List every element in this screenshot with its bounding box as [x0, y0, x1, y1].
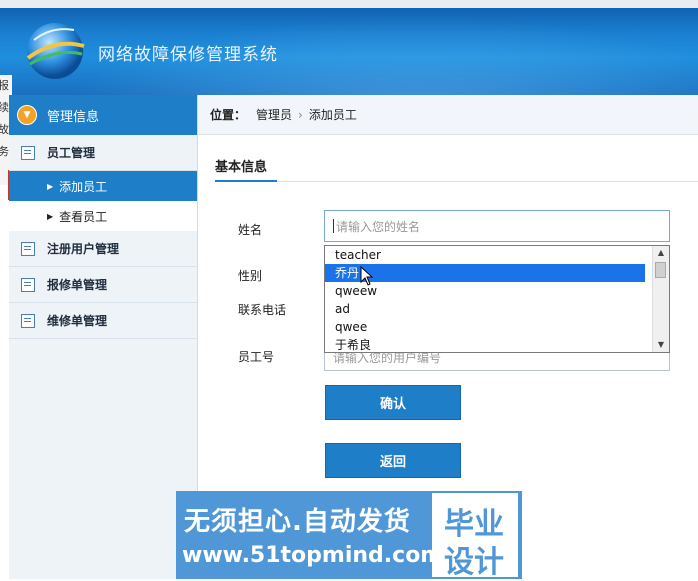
watermark-line1: 无须担心.自动发货 — [184, 507, 411, 537]
sidebar-group-repair-orders[interactable]: 维修单管理 — [9, 303, 197, 339]
edge-char: 报 — [0, 79, 9, 92]
back-button[interactable]: 返回 — [325, 443, 461, 478]
autocomplete-option[interactable]: teacher — [325, 246, 645, 264]
sidebar-section-title: 管理信息 — [47, 109, 100, 125]
autocomplete-option[interactable]: qwee — [325, 318, 645, 336]
sidebar-group-label: 注册用户管理 — [47, 242, 120, 256]
system-title: 网络故障保修管理系统 — [98, 45, 278, 65]
breadcrumb-prefix: 位置： — [210, 108, 247, 122]
list-icon — [21, 277, 35, 292]
breadcrumb: 位置： 管理员 › 添加员工 — [198, 95, 698, 135]
sidebar-group-label: 报修单管理 — [47, 278, 108, 292]
sidebar-group-employee[interactable]: 员工管理 — [9, 135, 197, 171]
watermark-url: www.51topmind.com — [182, 543, 444, 568]
scroll-up-icon[interactable]: ▲ — [653, 246, 669, 260]
watermark-banner: 无须担心.自动发货 www.51topmind.com 毕业 设计 — [176, 491, 522, 580]
list-icon — [21, 241, 35, 256]
caret-right-icon: ▶ — [47, 211, 54, 221]
breadcrumb-level2: 添加员工 — [308, 108, 357, 122]
scroll-down-icon[interactable]: ▼ — [653, 338, 669, 352]
watermark-text-area: 无须担心.自动发货 www.51topmind.com — [176, 491, 443, 579]
sidebar-item-label: 查看员工 — [59, 209, 108, 224]
dropdown-scrollbar[interactable]: ▲ ▼ — [652, 246, 669, 352]
phone-label: 联系电话 — [238, 303, 287, 317]
employee-id-label: 员工号 — [238, 350, 275, 364]
tab-active-underline — [215, 180, 277, 182]
sidebar-group-label: 维修单管理 — [47, 314, 108, 328]
sidebar-group-label: 员工管理 — [47, 146, 96, 160]
window-titlebar — [0, 0, 698, 8]
sidebar-item-label: 添加员工 — [59, 179, 108, 194]
sidebar: ▼ 管理信息 员工管理 ▶ 添加员工 ▶ 查看员工 注册用户管理 报修单管理 维… — [9, 95, 198, 579]
mouse-pointer-icon — [360, 266, 374, 286]
chevron-right-icon: › — [298, 107, 303, 122]
watermark-badge-line2: 设计 — [444, 545, 504, 580]
text-caret — [333, 219, 334, 233]
globe-logo-icon — [26, 23, 85, 79]
tab-divider — [215, 181, 698, 182]
sidebar-item-view-employee[interactable]: ▶ 查看员工 — [9, 201, 197, 231]
name-placeholder: 请输入您的姓名 — [336, 219, 421, 234]
sidebar-group-repair-requests[interactable]: 报修单管理 — [9, 267, 197, 303]
tab-basic-info[interactable]: 基本信息 — [215, 156, 267, 175]
name-input[interactable]: 请输入您的姓名 — [324, 210, 670, 242]
app-header: 网络故障保修管理系统 — [0, 0, 698, 95]
watermark-badge: 毕业 设计 — [432, 493, 518, 580]
scroll-thumb[interactable] — [655, 262, 666, 278]
confirm-button[interactable]: 确认 — [325, 385, 461, 420]
list-icon — [21, 145, 35, 160]
breadcrumb-level1[interactable]: 管理员 — [256, 106, 292, 123]
autocomplete-option[interactable]: ad — [325, 300, 645, 318]
sidebar-section-header[interactable]: ▼ 管理信息 — [9, 95, 197, 135]
sidebar-item-add-employee[interactable]: ▶ 添加员工 — [9, 171, 197, 201]
caret-right-icon: ▶ — [47, 181, 54, 191]
gender-label: 性别 — [238, 269, 263, 283]
chevron-down-icon: ▼ — [17, 105, 37, 125]
autocomplete-option[interactable]: 于希良 — [325, 336, 645, 352]
sidebar-group-registered-users[interactable]: 注册用户管理 — [9, 231, 197, 267]
name-label: 姓名 — [238, 223, 263, 237]
list-icon — [21, 313, 35, 328]
autocomplete-dropdown[interactable]: teacher 乔丹 qweew ad qwee 于希良 ▲ ▼ — [324, 245, 670, 353]
